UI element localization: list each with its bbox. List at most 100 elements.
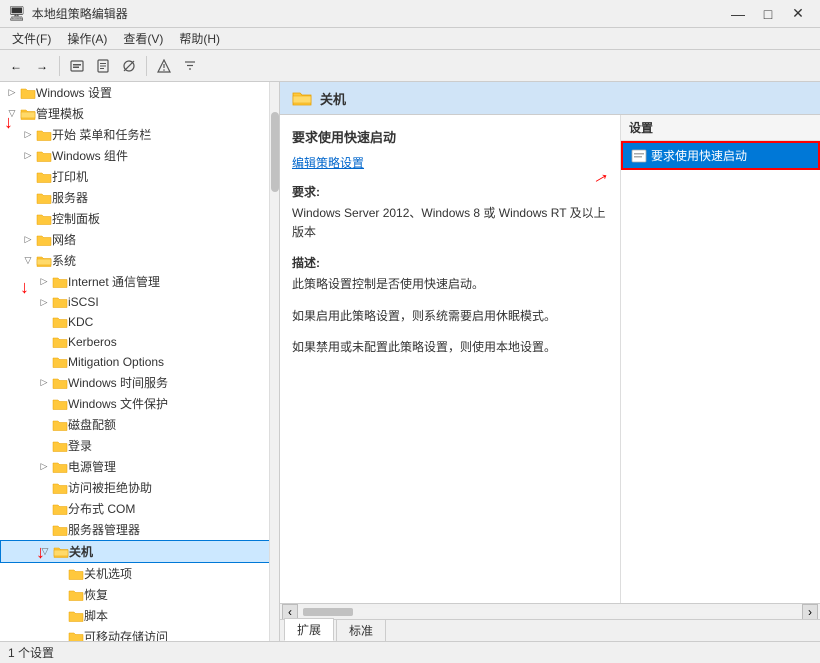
policy-link[interactable]: 编辑策略设置 (292, 154, 364, 171)
folder-icon-windows-time (52, 375, 68, 391)
expander-windows-components[interactable]: ▷ (20, 148, 36, 164)
tree-item-windows-components[interactable]: ▷ Windows 组件 (0, 145, 279, 166)
requirement-title: 要求: (292, 183, 608, 200)
tree-item-distributed-com[interactable]: 分布式 COM (0, 498, 279, 519)
description-title: 描述: (292, 254, 608, 271)
tree-item-windows-settings[interactable]: ▷ Windows 设置 (0, 82, 279, 103)
folder-icon-recovery (68, 587, 84, 603)
tree-item-mitigation-options[interactable]: Mitigation Options (0, 352, 279, 372)
note-text: 如果启用此策略设置，则系统需要启用休眠模式。 (292, 307, 608, 326)
toolbar-sep2 (146, 56, 147, 76)
folder-icon-start-menu (36, 127, 52, 143)
label-control-panel: 控制面板 (52, 210, 100, 227)
minimize-button[interactable]: — (724, 3, 752, 25)
tree-item-windows-file-protect[interactable]: Windows 文件保护 (0, 393, 279, 414)
label-windows-time: Windows 时间服务 (68, 374, 168, 391)
tree-item-internet-comm[interactable]: ▷ Internet 通信管理 (0, 271, 279, 292)
menu-file[interactable]: 文件(F) (4, 28, 59, 49)
expander-network[interactable]: ▷ (20, 232, 36, 248)
header-folder-icon (292, 88, 312, 108)
toolbar-btn3[interactable] (117, 54, 141, 78)
label-network: 网络 (52, 231, 76, 248)
policy-item-icon (631, 148, 647, 164)
folder-icon-power-mgmt (52, 459, 68, 475)
label-removable-storage: 可移动存储访问 (84, 628, 168, 641)
toolbar-filter[interactable] (178, 54, 202, 78)
tree-item-printer[interactable]: 打印机 (0, 166, 279, 187)
bottom-tabs: 扩展 标准 (280, 619, 820, 641)
tab-expand[interactable]: 扩展 (284, 618, 334, 641)
folder-icon-shutdown (53, 544, 69, 560)
label-system: 系统 (52, 252, 76, 269)
expander-access-denied (36, 480, 52, 496)
tree-item-access-denied[interactable]: 访问被拒绝协助 (0, 477, 279, 498)
expander-control-panel (20, 211, 36, 227)
toolbar-btn2[interactable] (91, 54, 115, 78)
menubar: 文件(F) 操作(A) 查看(V) 帮助(H) (0, 28, 820, 50)
tree-item-admin-templates[interactable]: ▽ 管理模板 (0, 103, 279, 124)
app-title: 本地组策略编辑器 (32, 5, 128, 22)
tree-item-kerberos[interactable]: Kerberos (0, 332, 279, 352)
toolbar-btn4[interactable] (152, 54, 176, 78)
tree-item-server[interactable]: 服务器 (0, 187, 279, 208)
tree-item-kdc[interactable]: KDC (0, 312, 279, 332)
expander-shutdown[interactable]: ▽ (37, 544, 53, 560)
tree-item-iscsi[interactable]: ▷ iSCSI (0, 292, 279, 312)
tree-item-shutdown-options[interactable]: 关机选项 (0, 563, 279, 584)
tree-item-server-mgr[interactable]: 服务器管理器 (0, 519, 279, 540)
toolbar-forward[interactable]: → (30, 54, 54, 78)
expander-start-menu[interactable]: ▷ (20, 127, 36, 143)
folder-icon-server (36, 190, 52, 206)
expander-admin-templates[interactable]: ▽ (4, 106, 20, 122)
tree-item-control-panel[interactable]: 控制面板 (0, 208, 279, 229)
expander-windows-file-protect (36, 396, 52, 412)
tree-item-scripts[interactable]: 脚本 (0, 605, 279, 626)
tree-item-recovery[interactable]: 恢复 (0, 584, 279, 605)
label-windows-settings: Windows 设置 (36, 84, 112, 101)
toolbar-btn1[interactable] (65, 54, 89, 78)
titlebar-left: 🖥 本地组策略编辑器 (8, 5, 128, 22)
expander-system[interactable]: ▽ (20, 253, 36, 269)
expander-internet-comm[interactable]: ▷ (36, 274, 52, 290)
expander-power-mgmt[interactable]: ▷ (36, 459, 52, 475)
statusbar: 1 个设置 (0, 641, 820, 663)
tree-item-start-menu[interactable]: ▷ 开始 菜单和任务栏 (0, 124, 279, 145)
label-distributed-com: 分布式 COM (68, 500, 135, 517)
folder-icon-scripts (68, 608, 84, 624)
expander-server (20, 190, 36, 206)
tree-item-login[interactable]: 登录 (0, 435, 279, 456)
close-button[interactable]: ✕ (784, 3, 812, 25)
expander-windows-settings[interactable]: ▷ (4, 85, 20, 101)
tree-item-power-mgmt[interactable]: ▷ 电源管理 (0, 456, 279, 477)
expander-iscsi[interactable]: ▷ (36, 294, 52, 310)
expander-windows-time[interactable]: ▷ (36, 375, 52, 391)
titlebar: 🖥 本地组策略编辑器 — □ ✕ (0, 0, 820, 28)
tree-item-disk-quota[interactable]: 磁盘配额 (0, 414, 279, 435)
folder-icon-windows-file-protect (52, 396, 68, 412)
hscroll-thumb (303, 608, 353, 616)
settings-item-fast-boot[interactable]: 要求使用快速启动 (621, 141, 820, 170)
label-windows-file-protect: Windows 文件保护 (68, 395, 168, 412)
folder-icon-control-panel (36, 211, 52, 227)
tree-item-shutdown[interactable]: ▽ 关机 (0, 540, 279, 563)
tree-item-windows-time[interactable]: ▷ Windows 时间服务 (0, 372, 279, 393)
maximize-button[interactable]: □ (754, 3, 782, 25)
label-iscsi: iSCSI (68, 295, 99, 309)
settings-header: 设置 (621, 115, 820, 141)
menu-action[interactable]: 操作(A) (59, 28, 115, 49)
tree-item-removable-storage[interactable]: 可移动存储访问 (0, 626, 279, 641)
toolbar-back[interactable]: ← (4, 54, 28, 78)
menu-view[interactable]: 查看(V) (115, 28, 171, 49)
tree-item-system[interactable]: ▽ 系统 (0, 250, 279, 271)
expander-printer (20, 169, 36, 185)
hscroll-right[interactable]: › (802, 604, 818, 620)
tree-scrollbar[interactable] (269, 82, 279, 641)
hscrollbar[interactable]: ‹ › (280, 603, 820, 619)
menu-help[interactable]: 帮助(H) (171, 28, 228, 49)
expander-server-mgr (36, 522, 52, 538)
tree-panel[interactable]: ▷ Windows 设置 ▽ 管理模板 ▷ 开始 菜单和任务栏 ▷ Window… (0, 82, 280, 641)
note2-section: 如果禁用或未配置此策略设置，则使用本地设置。 (292, 338, 608, 357)
label-power-mgmt: 电源管理 (68, 458, 116, 475)
tree-item-network[interactable]: ▷ 网络 (0, 229, 279, 250)
tab-standard[interactable]: 标准 (336, 619, 386, 641)
